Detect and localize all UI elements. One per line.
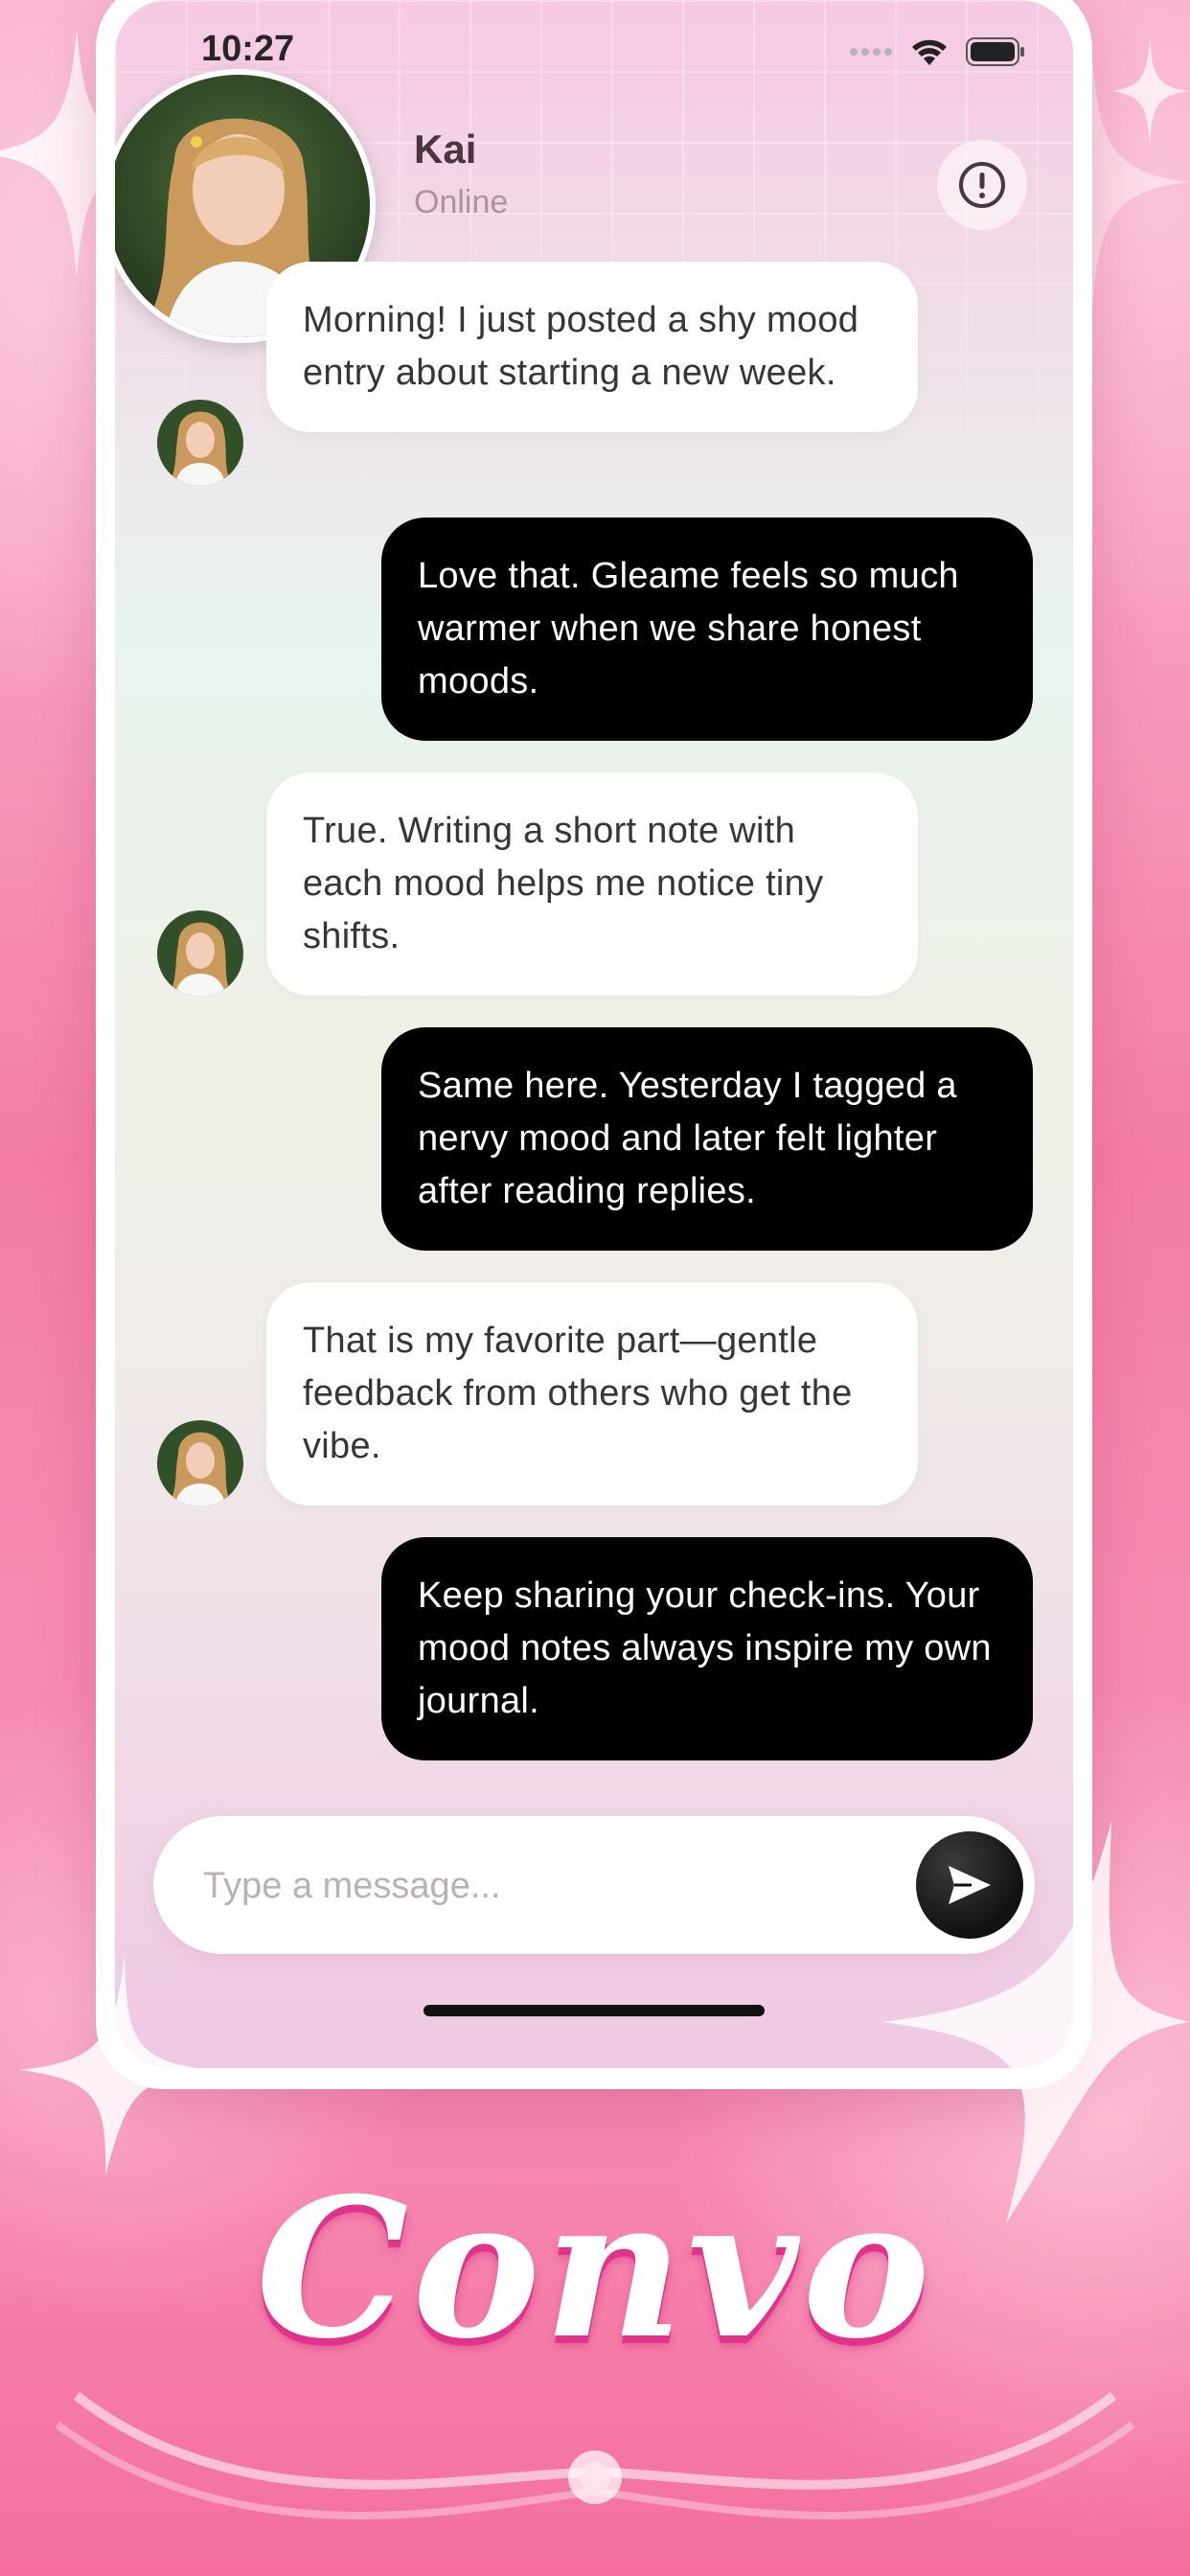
avatar[interactable] [157, 1420, 243, 1506]
status-time: 10:27 [201, 29, 295, 69]
chat-header: Kai Online [115, 69, 1073, 343]
status-icons [849, 36, 1025, 67]
phone-frame: 10:27 Kai Online Morning! I just posted … [96, 0, 1092, 2089]
message-input[interactable] [201, 1816, 895, 1956]
wifi-icon [912, 39, 947, 65]
contact-name: Kai [414, 126, 477, 172]
cellular-signal-icon [850, 48, 892, 56]
avatar[interactable] [157, 910, 243, 997]
avatar[interactable] [157, 400, 243, 486]
incoming-message: Morning! I just posted a shy mood entry … [266, 262, 918, 432]
info-button[interactable] [937, 140, 1027, 230]
decorative-ribbon [55, 2392, 1135, 2519]
incoming-message: That is my favorite part—gentle feedback… [266, 1282, 918, 1506]
home-indicator[interactable] [423, 2005, 765, 2016]
chat-screen: 10:27 Kai Online Morning! I just posted … [115, 0, 1073, 2068]
incoming-message: True. Writing a short note with each moo… [266, 772, 918, 996]
info-circle-icon [959, 162, 1005, 208]
status-bar: 10:27 [115, 29, 1073, 73]
battery-icon [966, 37, 1024, 66]
brand-logo: Convo [256, 2156, 934, 2381]
outgoing-message: Keep sharing your check-ins. Your mood n… [381, 1537, 1033, 1760]
outgoing-message: Same here. Yesterday I tagged a nervy mo… [381, 1027, 1033, 1251]
sparkle-icon [19, 1955, 211, 2175]
outgoing-message: Love that. Gleame feels so much warmer w… [381, 518, 1033, 741]
contact-status: Online [414, 184, 509, 220]
